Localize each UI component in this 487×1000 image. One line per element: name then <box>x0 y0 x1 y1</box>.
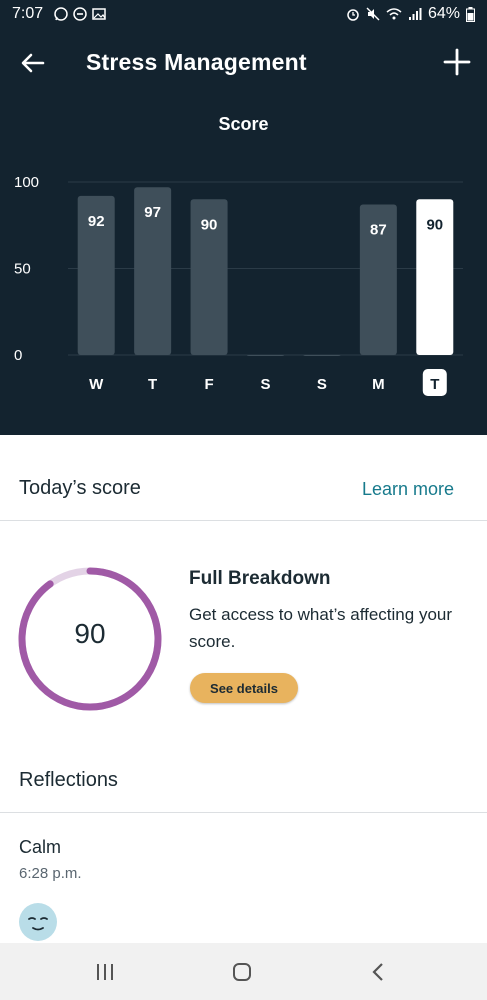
plus-icon[interactable] <box>441 46 473 78</box>
header-panel: 7:07 64% Stress Management Score 0 50 10… <box>0 0 487 435</box>
app-bar: Stress Management <box>0 30 487 94</box>
system-nav-bar <box>0 943 487 1000</box>
mute-icon <box>366 7 380 21</box>
battery-percent: 64% <box>427 5 460 22</box>
bar-value-label: 90 <box>426 216 443 233</box>
today-header: Today’s score Learn more <box>0 435 487 521</box>
reflections-divider <box>0 812 487 813</box>
chart-title: Score <box>218 114 269 134</box>
today-score-value: 90 <box>74 618 106 649</box>
reflections-heading: Reflections <box>19 769 118 791</box>
x-tick-label: F <box>204 376 213 393</box>
page-title: Stress Management <box>86 49 307 75</box>
alarm-icon <box>347 9 359 21</box>
breakdown-title: Full Breakdown <box>189 568 331 589</box>
x-tick-label: W <box>89 376 104 393</box>
recent-apps-icon[interactable] <box>88 955 122 989</box>
see-details-button[interactable]: See details <box>190 673 298 703</box>
score-bar-chart: 0 50 100 92 W 97 T 90 F S S 87 M 90 T <box>14 174 463 396</box>
x-tick-label: T <box>430 376 439 393</box>
y-tick-label: 0 <box>14 347 22 364</box>
signal-icon <box>408 8 422 20</box>
back-nav-icon[interactable] <box>362 955 396 989</box>
breakdown-description: Get access to what’s affecting your scor… <box>189 605 453 651</box>
reflection-label[interactable]: Calm <box>19 837 61 858</box>
x-tick-label: S <box>317 376 327 393</box>
image-icon <box>92 8 106 20</box>
bar-value-label: 92 <box>88 213 105 230</box>
bar-value-label: 87 <box>370 221 387 238</box>
chart-bar <box>303 355 341 356</box>
y-tick-label: 50 <box>14 261 31 278</box>
learn-more-link[interactable]: Learn more <box>362 479 454 500</box>
wifi-icon <box>386 8 402 20</box>
status-right: 64% <box>346 5 475 23</box>
whatsapp-icon <box>54 7 68 21</box>
y-tick-label: 100 <box>14 174 39 191</box>
calm-face-icon <box>19 903 57 941</box>
todays-score-heading: Today’s score <box>19 477 141 499</box>
home-icon[interactable] <box>225 955 259 989</box>
battery-icon <box>466 6 475 22</box>
bar-value-label: 90 <box>201 216 218 233</box>
arrow-left-icon[interactable] <box>18 48 48 78</box>
status-time: 7:07 <box>12 5 44 22</box>
bar-value-label: 97 <box>144 204 161 221</box>
chart-bar <box>247 355 284 356</box>
reflection-time: 6:28 p.m. <box>19 865 82 882</box>
x-tick-label: M <box>372 376 385 393</box>
status-bar: 7:07 64% <box>0 0 487 30</box>
x-tick-label: T <box>148 376 157 393</box>
do-not-disturb-icon <box>73 7 87 21</box>
x-tick-label: S <box>260 376 270 393</box>
